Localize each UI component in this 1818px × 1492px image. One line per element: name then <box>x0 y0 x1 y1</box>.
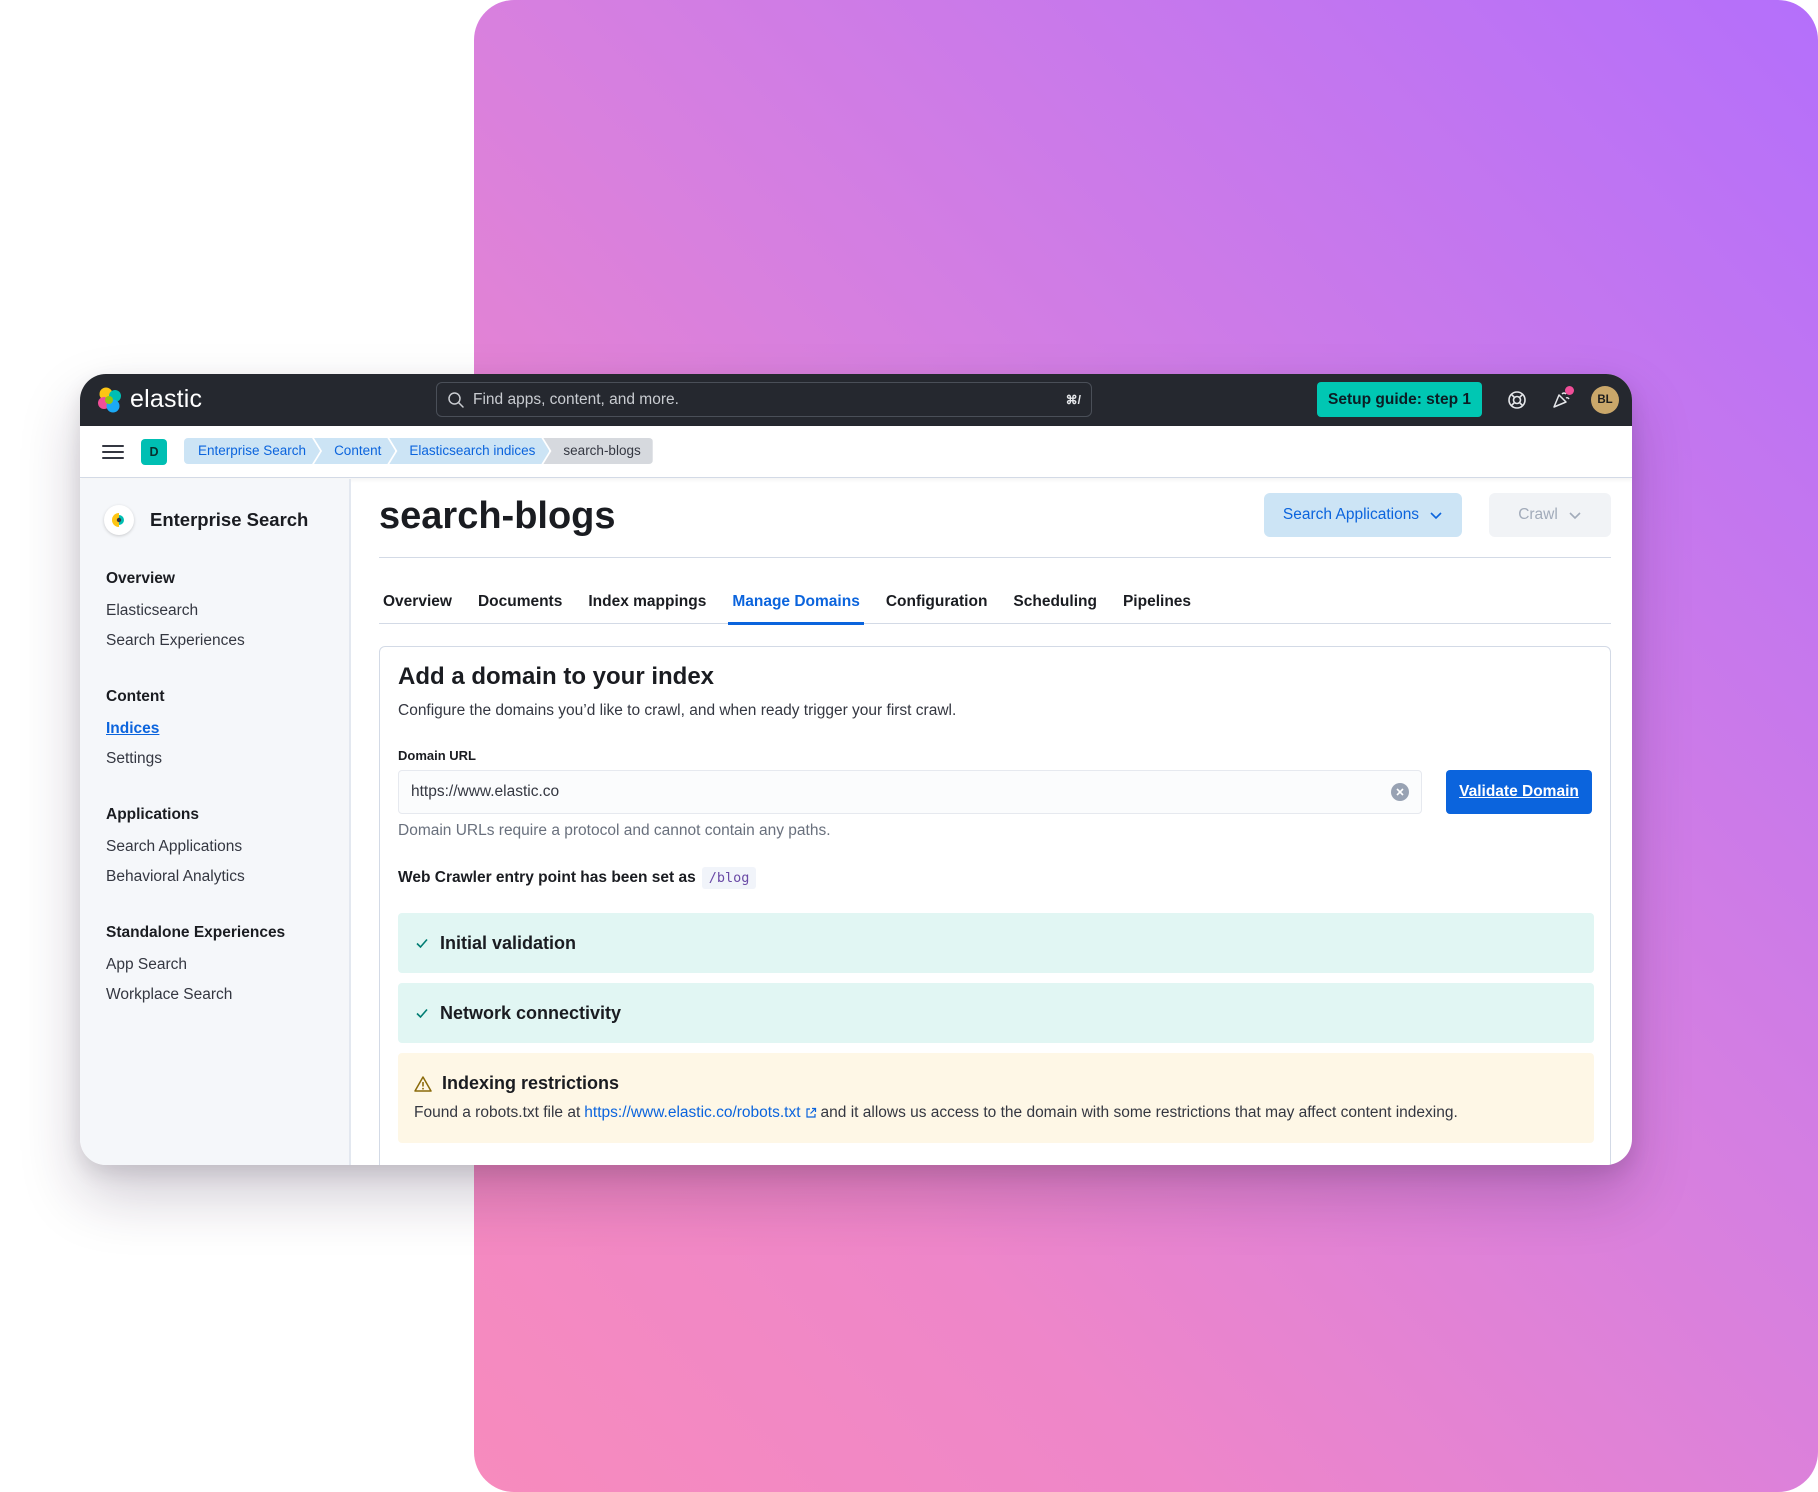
domain-help-text: Domain URLs require a protocol and canno… <box>398 822 831 839</box>
entry-point-notice: Web Crawler entry point has been set as … <box>398 867 757 889</box>
warning-header: Indexing restrictions <box>414 1073 619 1094</box>
enterprise-search-logo-icon <box>104 505 134 535</box>
hamburger-icon-line <box>102 451 124 453</box>
chevron-down-icon <box>1569 512 1581 520</box>
user-avatar[interactable]: BL <box>1591 386 1619 414</box>
sidebar-group-content: Content Indices Settings <box>106 688 165 780</box>
breadcrumb-bar: D Enterprise Search Content Elasticsearc… <box>80 426 1632 478</box>
sidebar-item-elasticsearch[interactable]: Elasticsearch <box>106 602 245 620</box>
check-network-connectivity[interactable]: Network connectivity <box>398 983 1594 1043</box>
sidebar-group-standalone: Standalone Experiences App Search Workpl… <box>106 924 285 1016</box>
news-button[interactable] <box>1548 386 1574 413</box>
breadcrumb: Enterprise Search Content Elasticsearch … <box>184 438 653 464</box>
sidebar-group-title: Content <box>106 688 165 705</box>
add-domain-panel: Add a domain to your index Configure the… <box>379 646 1611 1165</box>
tab-pipelines[interactable]: Pipelines <box>1119 584 1195 624</box>
notification-dot <box>1565 386 1574 395</box>
clear-icon[interactable] <box>1391 783 1409 801</box>
robots-txt-link[interactable]: https://www.elastic.co/robots.txt <box>584 1104 800 1122</box>
check-icon <box>416 1008 428 1019</box>
elastic-logo[interactable]: elastic <box>96 385 202 414</box>
app-window: elastic ⌘/ Setup guide: step 1 <box>80 374 1632 1165</box>
sidebar-group-applications: Applications Search Applications Behavio… <box>106 806 245 898</box>
tab-scheduling[interactable]: Scheduling <box>1009 584 1101 624</box>
main-content: search-blogs Search Applications Crawl O… <box>352 479 1632 1165</box>
index-tabs: Overview Documents Index mappings Manage… <box>379 584 1611 625</box>
elastic-logo-icon <box>98 387 121 412</box>
logo-text: elastic <box>130 385 203 413</box>
breadcrumb-elasticsearch-indices[interactable]: Elasticsearch indices <box>389 438 549 464</box>
breadcrumb-current: search-blogs <box>543 438 653 464</box>
search-shortcut: ⌘/ <box>1065 392 1081 407</box>
sidebar-group-title: Applications <box>106 806 200 823</box>
sidebar-item-app-search[interactable]: App Search <box>106 956 285 974</box>
global-search[interactable]: ⌘/ <box>436 382 1092 417</box>
hamburger-icon <box>102 445 124 447</box>
sidebar-item-behavioral-analytics[interactable]: Behavioral Analytics <box>106 868 245 886</box>
page-title: search-blogs <box>379 495 616 537</box>
tab-documents[interactable]: Documents <box>474 584 566 624</box>
sidebar-item-search-experiences[interactable]: Search Experiences <box>106 632 245 650</box>
warning-title: Indexing restrictions <box>442 1073 620 1093</box>
check-indexing-restrictions: Indexing restrictions Found a robots.txt… <box>398 1053 1594 1143</box>
space-badge[interactable]: D <box>141 439 167 465</box>
search-input[interactable] <box>473 390 1066 409</box>
warning-text-before: Found a robots.txt file at <box>414 1104 581 1121</box>
check-title: Network connectivity <box>440 1002 622 1023</box>
sidebar-group-title: Overview <box>106 570 175 587</box>
warning-text-after: and it allows us access to the domain wi… <box>820 1104 1458 1121</box>
divider <box>379 557 1611 558</box>
search-applications-button[interactable]: Search Applications <box>1264 493 1462 537</box>
setup-guide-button[interactable]: Setup guide: step 1 <box>1317 382 1482 417</box>
hamburger-icon-line <box>102 457 124 459</box>
tab-overview[interactable]: Overview <box>379 584 456 624</box>
help-button[interactable] <box>1504 387 1530 413</box>
sidebar-header: Enterprise Search <box>104 505 308 535</box>
breadcrumb-content[interactable]: Content <box>314 438 395 464</box>
tab-configuration[interactable]: Configuration <box>882 584 992 624</box>
domain-url-input[interactable] <box>411 783 1391 801</box>
crawl-button[interactable]: Crawl <box>1489 493 1611 537</box>
panel-heading: Add a domain to your index <box>398 663 715 690</box>
panel-description: Configure the domains you’d like to craw… <box>398 702 957 719</box>
domain-url-field[interactable] <box>398 770 1422 814</box>
warning-icon <box>414 1075 432 1092</box>
check-icon <box>416 938 428 949</box>
search-applications-label: Search Applications <box>1282 506 1420 523</box>
check-title: Initial validation <box>440 932 577 953</box>
check-initial-validation[interactable]: Initial validation <box>398 913 1594 973</box>
menu-toggle-button[interactable] <box>102 441 124 463</box>
entry-point-text: Web Crawler entry point has been set as <box>398 869 696 886</box>
tab-index-mappings[interactable]: Index mappings <box>584 584 710 624</box>
search-icon <box>448 391 464 408</box>
top-header: elastic ⌘/ Setup guide: step 1 <box>80 374 1632 426</box>
sidebar-item-settings[interactable]: Settings <box>106 750 165 768</box>
tab-manage-domains[interactable]: Manage Domains <box>728 584 865 625</box>
help-icon <box>1508 391 1526 409</box>
domain-url-label: Domain URL <box>398 748 476 763</box>
entry-point-path: /blog <box>701 867 757 889</box>
sidebar-group-title: Standalone Experiences <box>106 924 286 941</box>
sidebar-item-search-applications[interactable]: Search Applications <box>106 838 245 856</box>
crawl-label: Crawl <box>1518 506 1558 523</box>
sidebar-group-overview: Overview Elasticsearch Search Experience… <box>106 570 245 662</box>
sidebar-item-workplace-search[interactable]: Workplace Search <box>106 986 285 1004</box>
sidebar-title: Enterprise Search <box>150 509 309 530</box>
sidebar-item-indices[interactable]: Indices <box>106 720 165 738</box>
chevron-down-icon <box>1430 512 1442 520</box>
external-link-icon <box>805 1107 817 1119</box>
warning-body: Found a robots.txt file at https://www.e… <box>414 1104 1458 1122</box>
breadcrumb-enterprise-search[interactable]: Enterprise Search <box>184 438 320 464</box>
validate-domain-button[interactable]: Validate Domain <box>1446 770 1592 814</box>
sidebar: Enterprise Search Overview Elasticsearch… <box>80 479 351 1165</box>
